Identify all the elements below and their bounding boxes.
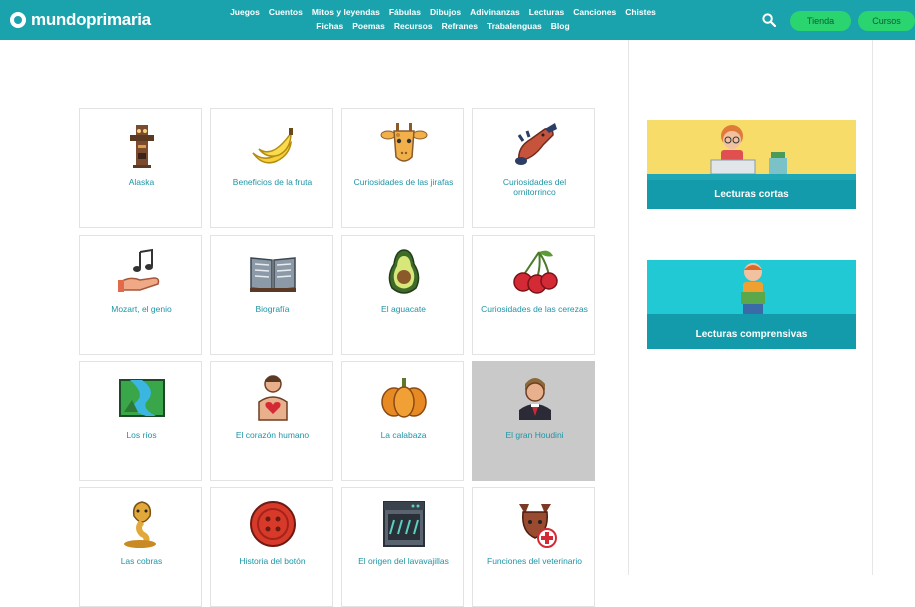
main-menu-row-1: Juegos Cuentos Mitos y leyendas Fábulas …: [163, 5, 723, 19]
avocado-icon: [388, 249, 420, 294]
card-el-corazon-humano[interactable]: El corazón humano: [210, 361, 333, 481]
dishwasher-icon: [383, 501, 425, 547]
menu-item-adivinanzas[interactable]: Adivinanzas: [470, 5, 520, 19]
promo-lecturas-comprensivas-label: Lecturas comprensivas: [647, 320, 856, 349]
cherries-icon: [513, 250, 558, 294]
card-el-aguacate[interactable]: El aguacate: [341, 235, 464, 355]
platypus-icon: [515, 123, 557, 165]
card-label: Historia del botón: [239, 556, 306, 566]
card-label: Los ríos: [126, 430, 157, 440]
menu-item-trabalenguas[interactable]: Trabalenguas: [487, 19, 542, 33]
card-label: Curiosidades del ornitorrinco: [502, 177, 567, 197]
search-icon[interactable]: [762, 13, 776, 27]
cursos-button[interactable]: Cursos: [858, 11, 915, 31]
card-label: Biografía: [255, 304, 290, 314]
pumpkin-icon: [381, 378, 427, 418]
card-label: Mozart, el genio: [111, 304, 172, 314]
menu-item-fabulas[interactable]: Fábulas: [389, 5, 421, 19]
banana-icon: [252, 128, 293, 164]
card-label: Curiosidades de las cerezas: [481, 304, 588, 314]
card-label: Funciones del veterinario: [487, 556, 582, 566]
menu-item-fichas[interactable]: Fichas: [316, 19, 343, 33]
card-la-calabaza[interactable]: La calabaza: [341, 361, 464, 481]
top-navigation-bar: mundoprimaria Juegos Cuentos Mitos y ley…: [0, 0, 915, 40]
card-alaska[interactable]: Alaska: [79, 108, 202, 228]
menu-item-poemas[interactable]: Poemas: [352, 19, 385, 33]
menu-item-mitos-y-leyendas[interactable]: Mitos y leyendas: [312, 5, 380, 19]
menu-item-recursos[interactable]: Recursos: [394, 19, 433, 33]
card-biografia[interactable]: Biografía: [210, 235, 333, 355]
tienda-button[interactable]: Tienda: [790, 11, 851, 31]
card-label: El gran Houdini: [505, 430, 564, 440]
menu-item-refranes[interactable]: Refranes: [442, 19, 478, 33]
card-los-rios[interactable]: Los ríos: [79, 361, 202, 481]
menu-item-canciones[interactable]: Canciones: [573, 5, 616, 19]
river-icon: [119, 379, 165, 417]
menu-item-blog[interactable]: Blog: [551, 19, 570, 33]
main-menu-row-2: Fichas Poemas Recursos Refranes Trabalen…: [163, 19, 723, 33]
book-icon: [250, 257, 296, 292]
menu-item-juegos[interactable]: Juegos: [230, 5, 260, 19]
card-funciones-del-veterinario[interactable]: Funciones del veterinario: [472, 487, 595, 607]
totem-icon: [130, 125, 154, 168]
card-label: Curiosidades de las jirafas: [353, 177, 454, 187]
magician-icon: [519, 378, 551, 420]
card-beneficios-de-la-fruta[interactable]: Beneficios de la fruta: [210, 108, 333, 228]
card-label: El corazón humano: [235, 430, 310, 440]
card-label: El aguacate: [381, 304, 426, 314]
card-curiosidades-de-las-cerezas[interactable]: Curiosidades de las cerezas: [472, 235, 595, 355]
cobra-icon: [124, 501, 156, 548]
menu-item-dibujos[interactable]: Dibujos: [430, 5, 461, 19]
promo-lecturas-cortas-label: Lecturas cortas: [647, 180, 856, 209]
promo-lecturas-comprensivas[interactable]: Lecturas comprensivas: [647, 260, 856, 349]
content-divider: [628, 40, 629, 575]
card-label: Alaska: [128, 177, 155, 187]
card-curiosidades-del-ornitorrinco[interactable]: Curiosidades del ornitorrinco: [472, 108, 595, 228]
logo-icon: [10, 12, 26, 28]
menu-item-cuentos[interactable]: Cuentos: [269, 5, 303, 19]
main-menu: Juegos Cuentos Mitos y leyendas Fábulas …: [163, 5, 723, 33]
vet-icon: [519, 504, 557, 548]
promo-lecturas-cortas[interactable]: Lecturas cortas: [647, 120, 856, 209]
card-curiosidades-de-las-jirafas[interactable]: Curiosidades de las jirafas: [341, 108, 464, 228]
card-label: Beneficios de la fruta: [232, 177, 313, 187]
card-label: La calabaza: [380, 430, 427, 440]
logo-text: mundoprimaria: [31, 10, 151, 29]
music-hand-icon: [118, 248, 160, 292]
card-label: Las cobras: [120, 556, 163, 566]
boy-reading-illustration: [647, 260, 856, 320]
sidebar-right-border: [872, 40, 873, 575]
card-el-origen-del-lavavajillas[interactable]: El origen del lavavajillas: [341, 487, 464, 607]
card-el-gran-houdini[interactable]: El gran Houdini: [472, 361, 595, 481]
card-label: El origen del lavavajillas: [358, 556, 449, 566]
card-las-cobras[interactable]: Las cobras: [79, 487, 202, 607]
giraffe-icon: [380, 123, 428, 162]
menu-item-lecturas[interactable]: Lecturas: [529, 5, 564, 19]
menu-item-chistes[interactable]: Chistes: [625, 5, 656, 19]
card-mozart-el-genio[interactable]: Mozart, el genio: [79, 235, 202, 355]
button-icon: [250, 501, 296, 547]
girl-reading-illustration: [647, 120, 856, 180]
card-historia-del-boton[interactable]: Historia del botón: [210, 487, 333, 607]
human-heart-icon: [258, 375, 288, 421]
site-logo[interactable]: mundoprimaria: [10, 9, 151, 31]
